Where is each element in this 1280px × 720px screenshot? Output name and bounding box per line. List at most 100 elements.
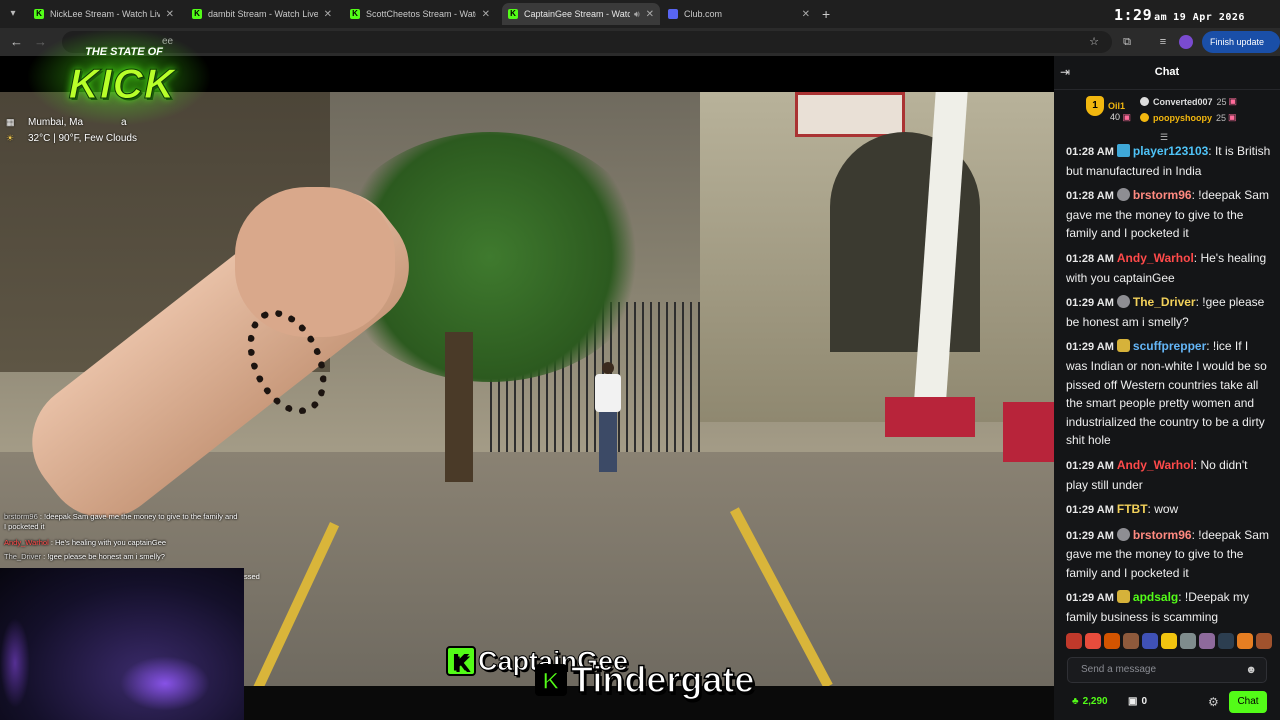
message-username[interactable]: apdsalg [1133,590,1178,604]
overlay-chat-text: I pocketed it [4,522,45,531]
red-planter [1003,402,1054,462]
emote-icon[interactable] [1085,633,1101,649]
tickets[interactable]: ▣ 0 [1128,696,1147,707]
send-chat-button[interactable]: Chat [1229,691,1267,713]
message-username[interactable]: player123103 [1133,144,1208,158]
close-icon[interactable]: ✕ [646,9,654,20]
gifter-row[interactable]: Converted007 25 ▣ [1140,96,1237,107]
message-timestamp: 01:29 AM [1066,459,1114,472]
chat-messages: 01:28 AM player123103: It is British but … [1066,142,1272,633]
chat-message: 01:29 AM The_Driver: !gee please be hones… [1066,293,1272,331]
kick-icon: K [192,9,202,19]
gifter-count: 40 [1110,112,1121,122]
overlay-chat: brstorm96 : !deepak Sam gave me the mone… [4,512,284,562]
gift-icon: ▣ [1228,96,1238,106]
address-bar[interactable]: ee [62,31,1112,53]
message-timestamp: 01:28 AM [1066,146,1114,158]
message-timestamp: 01:28 AM [1066,190,1114,203]
message-username[interactable]: brstorm96 [1133,528,1192,542]
channel-points[interactable]: ♣ 2,290 [1072,696,1108,707]
og-badge-icon [1116,188,1130,202]
tickets-value: 0 [1141,696,1148,707]
message-username[interactable]: brstorm96 [1133,188,1192,202]
top-gifter-count: 40 ▣ [1110,112,1131,123]
message-username[interactable]: The_Driver [1133,295,1196,309]
speaker-icon[interactable]: 🔊︎ [634,9,640,20]
tab-search-button[interactable]: ▾ [4,5,22,23]
chat-message: 01:29 AM apdsalg: !Deepak my family busin… [1066,588,1272,626]
chat-message: 01:28 AM Andy_Warhol: He's healing with y… [1066,249,1272,287]
chat-input[interactable]: Send a message ☻ [1067,657,1267,683]
new-tab-button[interactable]: + [822,5,830,23]
clock-time: 1:29 [1114,6,1153,24]
emote-icon[interactable] [1218,633,1234,649]
emote-icon[interactable] [1161,633,1177,649]
emote-icon[interactable] [1104,633,1120,649]
send-label: Chat [1237,696,1259,707]
message-username[interactable]: Andy_Warhol [1117,458,1194,472]
profile-avatar[interactable] [1179,35,1193,49]
message-username[interactable]: scuffprepper [1133,339,1206,353]
emote-icon[interactable] [1199,633,1215,649]
message-username[interactable]: Andy_Warhol [1117,251,1194,265]
message-timestamp: 01:29 AM [1066,529,1114,542]
clock-overlay: 1:29 am 19 Apr 2026 [1114,6,1245,24]
emote-icon[interactable] [1123,633,1139,649]
message-text: !ice If I was Indian or non-white I woul… [1066,339,1267,448]
overlay-chat-line: brstorm96 : !deepak Sam gave me the mone… [4,512,284,522]
chat-input-placeholder: Send a message [1081,664,1157,675]
emote-icon[interactable] [1237,633,1253,649]
chat-message: 01:28 AM player123103: It is British but … [1066,142,1272,180]
emoji-icon[interactable]: ☻ [1245,658,1257,682]
message-timestamp: 01:28 AM [1066,252,1114,265]
close-icon[interactable]: ✕ [802,9,810,20]
tab-club[interactable]: Club.com ✕ [662,3,816,25]
location-text: Mumbai, Ma [28,117,84,128]
emote-icon[interactable] [1256,633,1272,649]
emote-icon[interactable] [1142,633,1158,649]
clock-ampm: am [1154,12,1168,23]
map-icon: ▦ [6,117,15,127]
emote-icon[interactable] [1066,633,1082,649]
chat-message: 01:29 AM FTBT: wow [1066,500,1272,520]
tab-nicklee[interactable]: K NickLee Stream - Watch Live on ✕ [28,3,180,25]
overlay-chat-text: : !deepak Sam gave me the money to give … [37,512,238,521]
tab-title: ScottCheetos Stream - Watch L [366,9,476,19]
close-icon[interactable]: ✕ [482,9,490,20]
chat-message: 01:29 AM Andy_Warhol: No didn't play stil… [1066,456,1272,494]
close-icon[interactable]: ✕ [166,9,174,20]
tree-trunk [445,332,473,482]
overlay-chat-line: Andy_Warhol : He's healing with you capt… [4,538,284,548]
tab-dambit[interactable]: K dambit Stream - Watch Live on ✕ [186,3,338,25]
emote-icon[interactable] [1180,633,1196,649]
chat-message: 01:29 AM scuffprepper: !ice If I was Indi… [1066,337,1272,450]
gear-icon[interactable]: ⚙ [1208,695,1219,709]
tab-scottcheetos[interactable]: K ScottCheetos Stream - Watch L ✕ [344,3,496,25]
kick-icon: K [34,9,44,19]
tab-strip: ▾ K NickLee Stream - Watch Live on ✕ K d… [0,0,1280,28]
chat-title: Chat [1154,66,1180,78]
gift-icon: ▣ [1228,112,1237,122]
overlay-chat-line: I pocketed it [4,522,284,532]
chat-message: 01:28 AM brstorm96: !deepak Sam gave me t… [1066,186,1272,243]
extensions-icon[interactable]: ⧉ [1119,34,1135,50]
tab-title: Club.com [684,9,723,19]
bookmark-star-icon[interactable]: ☆ [1086,34,1102,50]
stream-title-overlay: K Tindergate [535,658,755,701]
back-icon[interactable]: ← [10,34,23,49]
message-username[interactable]: FTBT [1117,502,1148,516]
location-suffix: a [121,117,127,128]
close-icon[interactable]: ✕ [324,9,332,20]
red-planter [885,397,975,437]
reading-list-icon[interactable]: ≡ [1155,34,1171,50]
message-separator: : [1206,339,1213,354]
tab-title: CaptainGee Stream - Watch [524,9,630,19]
pedestrian [595,362,621,477]
gifter-row[interactable]: poopyshoopy 25 ▣ [1140,112,1237,123]
top-gifter-name: Oil1 [1108,101,1126,111]
tab-captaingee[interactable]: K CaptainGee Stream - Watch 🔊︎ ✕ [502,3,660,25]
gifter-name: Converted007 [1153,96,1213,107]
finish-update-button[interactable]: Finish update ⋮ [1202,31,1280,69]
gifter-name: poopyshoopy [1153,112,1212,123]
overlay-chat-user: The_Driver [4,552,42,561]
